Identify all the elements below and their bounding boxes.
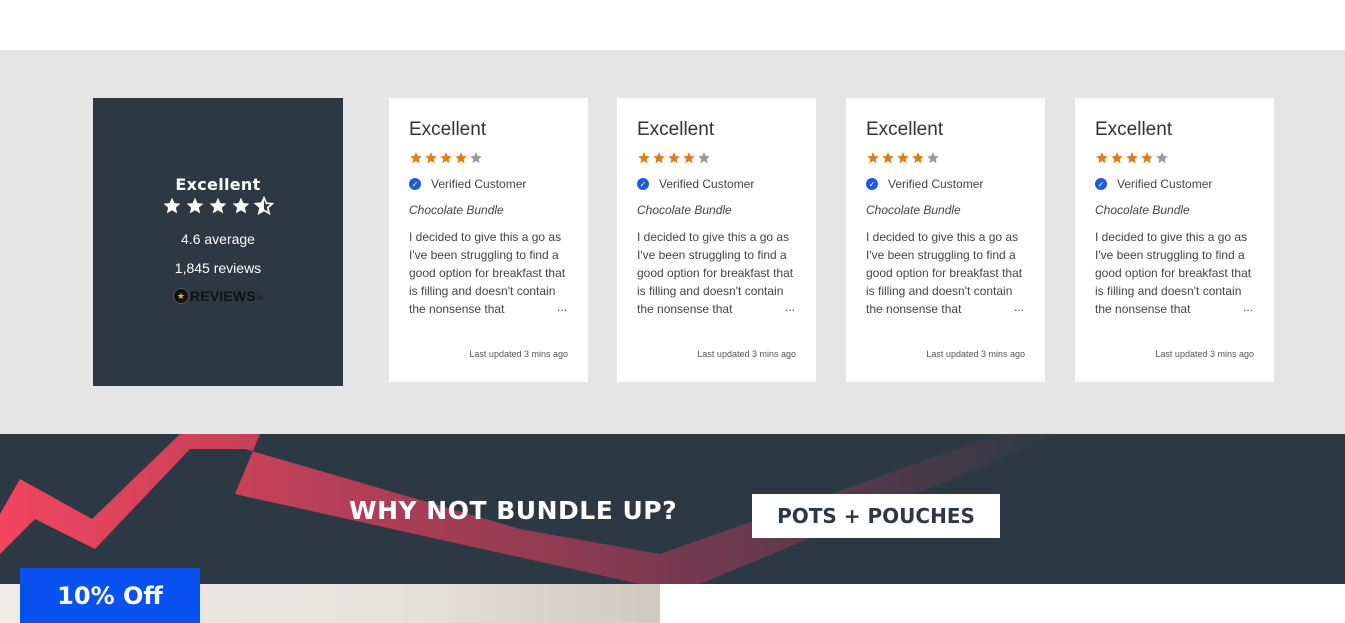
verified-label: Verified Customer [431, 177, 527, 191]
review-card[interactable]: Excellent ✓ Verified Customer Chocolate Bun… [389, 98, 588, 382]
pots-pouches-button[interactable]: POTS + POUCHES [752, 494, 1000, 538]
verified-label: Verified Customer [659, 177, 755, 191]
star-icon [186, 197, 204, 214]
star-icon [1096, 152, 1108, 164]
star-icon [410, 152, 422, 164]
half-star-icon [254, 196, 274, 216]
star-icon [683, 152, 695, 164]
summary-review-count[interactable]: 1,845 reviews [93, 260, 343, 276]
review-product[interactable]: Chocolate Bundle [637, 203, 732, 217]
star-icon [1141, 152, 1153, 164]
review-product[interactable]: Chocolate Bundle [409, 203, 504, 217]
star-icon [638, 152, 650, 164]
check-circle-icon: ✓ [637, 178, 649, 190]
star-icon [897, 152, 909, 164]
star-icon [882, 152, 894, 164]
check-circle-icon: ✓ [409, 178, 421, 190]
top-spacer [0, 0, 1345, 50]
review-stars [409, 151, 483, 165]
verified-badge: ✓ Verified Customer [409, 177, 526, 191]
review-title: Excellent [1095, 119, 1173, 140]
review-product[interactable]: Chocolate Bundle [1095, 203, 1190, 217]
review-stars [637, 151, 711, 165]
read-more-button[interactable]: ... [785, 300, 795, 314]
star-icon [653, 152, 665, 164]
brand-suffix: io [256, 293, 264, 302]
review-body: I decided to give this a go as I've been… [637, 230, 794, 316]
verified-badge: ✓ Verified Customer [866, 177, 983, 191]
last-updated: Last updated 3 mins ago [1155, 349, 1254, 359]
review-body: I decided to give this a go as I've been… [866, 230, 1023, 316]
reviews-section: Excellent 4.6 average 1,845 reviews ★ RE… [0, 50, 1345, 434]
star-icon [867, 152, 879, 164]
star-icon [163, 197, 181, 214]
read-more-button[interactable]: ... [1014, 300, 1024, 314]
star-icon [927, 152, 939, 164]
review-card[interactable]: Excellent ✓ Verified Customer Chocolate Bun… [617, 98, 816, 382]
summary-rating-word: Excellent [175, 175, 261, 194]
star-icon [668, 152, 680, 164]
reviews-io-logo-icon: ★ [172, 288, 189, 304]
read-more-button[interactable]: ... [557, 300, 567, 314]
star-icon [440, 152, 452, 164]
bundle-banner: WHY NOT BUNDLE UP? POTS + POUCHES [0, 434, 1345, 584]
verified-badge: ✓ Verified Customer [1095, 177, 1212, 191]
summary-average: 4.6 average [181, 231, 255, 247]
star-icon [209, 197, 227, 214]
star-icon [470, 152, 482, 164]
last-updated: Last updated 3 mins ago [469, 349, 568, 359]
review-stars [866, 151, 940, 165]
verified-badge: ✓ Verified Customer [637, 177, 754, 191]
rating-summary[interactable]: Excellent 4.6 average 1,845 reviews ★ RE… [93, 98, 343, 386]
verified-label: Verified Customer [888, 177, 984, 191]
star-icon [912, 152, 924, 164]
read-more-button[interactable]: ... [1243, 300, 1253, 314]
summary-stars [93, 196, 343, 216]
star-icon [1111, 152, 1123, 164]
star-icon [698, 152, 710, 164]
review-title: Excellent [866, 119, 944, 140]
last-updated: Last updated 3 mins ago [926, 349, 1025, 359]
last-updated: Last updated 3 mins ago [697, 349, 796, 359]
review-stars [1095, 151, 1169, 165]
review-body: I decided to give this a go as I've been… [409, 230, 566, 316]
reviews-io-logo[interactable]: ★ REVIEWS io [93, 288, 343, 304]
review-card[interactable]: Excellent ✓ Verified Customer Chocolate Bun… [846, 98, 1045, 382]
discount-badge: 10% Off [20, 568, 200, 623]
review-product[interactable]: Chocolate Bundle [866, 203, 961, 217]
star-icon [425, 152, 437, 164]
brand-name: REVIEWS [189, 288, 256, 304]
review-card[interactable]: Excellent ✓ Verified Customer Chocolate Bun… [1075, 98, 1274, 382]
star-icon [232, 197, 250, 214]
review-title: Excellent [409, 119, 487, 140]
check-circle-icon: ✓ [866, 178, 878, 190]
review-body: I decided to give this a go as I've been… [1095, 230, 1252, 316]
bundle-title: WHY NOT BUNDLE UP? [349, 496, 678, 525]
star-icon [1156, 152, 1168, 164]
star-icon [455, 152, 467, 164]
review-title: Excellent [637, 119, 715, 140]
check-circle-icon: ✓ [1095, 178, 1107, 190]
verified-label: Verified Customer [1117, 177, 1213, 191]
star-icon [1126, 152, 1138, 164]
